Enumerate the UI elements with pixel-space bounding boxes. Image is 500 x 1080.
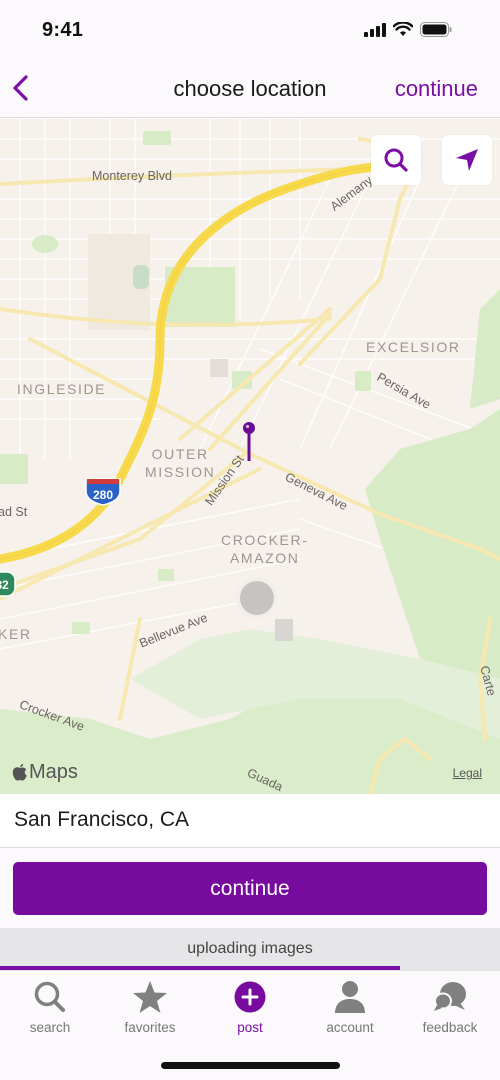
nav-bar: choose location continue: [0, 60, 500, 118]
ca82-shield-text: 82: [0, 578, 9, 592]
maps-attribution: Maps: [12, 761, 78, 784]
tab-label: feedback: [422, 1020, 478, 1035]
upload-label: uploading images: [187, 940, 313, 957]
upload-status-bar: uploading images: [0, 928, 500, 970]
parks: [0, 131, 500, 794]
tab-search[interactable]: search: [0, 979, 100, 1035]
area-label-partial: KER: [0, 626, 32, 642]
chat-bubbles-icon: [434, 982, 466, 1011]
wifi-icon: [393, 22, 413, 36]
star-icon: [133, 981, 167, 1013]
tab-label: favorites: [124, 1020, 176, 1035]
search-icon: [34, 981, 65, 1012]
home-indicator: [161, 1062, 340, 1069]
location-pin-icon[interactable]: [242, 421, 256, 461]
person-icon: [335, 981, 365, 1013]
back-button[interactable]: [8, 72, 36, 104]
map-view[interactable]: 280 82 Monterey Blvd Alemany Blvd Persia…: [0, 119, 500, 794]
nav-continue-button[interactable]: continue: [395, 76, 478, 102]
tab-account[interactable]: account: [300, 979, 400, 1035]
signal-icon: [364, 22, 386, 37]
tab-label: account: [326, 1020, 374, 1035]
search-icon: [384, 148, 408, 172]
apple-logo-icon: [12, 763, 27, 781]
location-field[interactable]: San Francisco, CA: [0, 794, 500, 848]
maps-attribution-text: Maps: [29, 761, 78, 783]
tab-feedback[interactable]: feedback: [400, 979, 500, 1035]
status-time: 9:41: [42, 19, 84, 41]
street-label-monterey: Monterey Blvd: [92, 169, 172, 183]
area-label-ingleside: INGLESIDE: [17, 381, 107, 397]
i280-shield-text: 280: [93, 488, 113, 502]
area-label-crocker-amazon: CROCKER- AMAZON: [221, 532, 309, 566]
battery-icon: [420, 22, 452, 37]
current-location-button[interactable]: [442, 135, 492, 185]
legal-link[interactable]: Legal: [453, 766, 482, 780]
tab-label: search: [29, 1020, 71, 1035]
chevron-left-icon: [13, 75, 28, 101]
plus-circle-icon: [234, 981, 266, 1013]
user-location-dot: [236, 577, 278, 619]
continue-button[interactable]: continue: [13, 862, 487, 915]
area-label-excelsior: EXCELSIOR: [366, 339, 461, 355]
building: [275, 619, 293, 641]
field-area: [133, 265, 149, 289]
map-search-button[interactable]: [371, 135, 421, 185]
location-value: San Francisco, CA: [14, 808, 190, 831]
street-label-ad-st: ad St: [0, 505, 28, 519]
area-label-outer-mission: OUTER MISSION: [145, 446, 216, 480]
tab-post[interactable]: post: [200, 979, 300, 1035]
status-bar: 9:41: [0, 0, 500, 60]
location-arrow-icon: [456, 149, 478, 171]
tab-label: post: [237, 1020, 263, 1035]
tab-favorites[interactable]: favorites: [100, 979, 200, 1035]
building: [210, 359, 228, 377]
status-icons: [364, 22, 452, 37]
